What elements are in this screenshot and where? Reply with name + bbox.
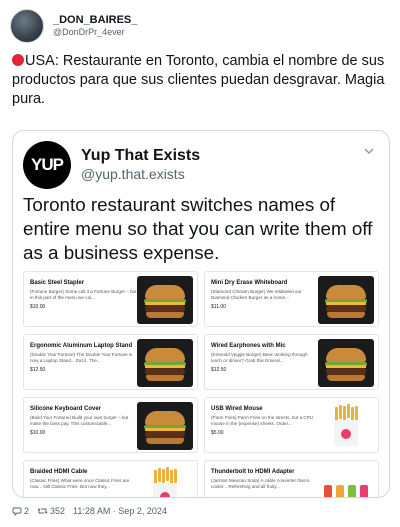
timestamp[interactable]: 11:28 AM · Sep 2, 2024 [73,506,167,516]
menu-item-name: Basic Steel Stapler [30,280,85,286]
menu-item-price: $10.00 [30,430,46,436]
menu-item-name: USB Wired Mouse [211,406,263,412]
burger-photo [318,339,374,387]
retweet-count: 352 [50,506,66,516]
menu-item-description: (Classic Fries) What were once Classic F… [30,478,130,489]
quoted-names: Yup That Exists @yup.that.exists [81,146,200,184]
reply-button[interactable]: 2 [12,506,29,516]
menu-item-description: (Parm Fries) Parm Fries on the streets, … [211,415,314,426]
menu-item-price: $11.00 [211,304,226,310]
menu-item-price: $10.00 [30,304,46,310]
menu-item-name: Wired Earphones with Mic [211,343,286,349]
menu-item-card: Silicone Keyboard Cover (Build Your Fort… [23,397,198,453]
menu-item-description: (Diamond Chicken Burger) We relabeled ou… [211,289,302,300]
tweet-meta: 2 352 11:28 AM · Sep 2, 2024 [12,506,175,516]
reply-icon [12,507,22,516]
quoted-avatar[interactable]: YUP [23,141,71,189]
menu-item-card: Ergonomic Aluminum Laptop Stand (Double … [23,334,198,390]
menu-item-description: (Emerald Veggie Burger) Been working thr… [211,352,308,363]
menu-item-card: Braided HDMI Cable (Classic Fries) What … [23,460,198,497]
user-handle[interactable]: @DonDrPr_4ever [53,26,137,38]
fries-photo [137,465,193,497]
menu-item-card: Wired Earphones with Mic (Emerald Veggie… [204,334,379,390]
menu-item-price: $12.50 [30,367,46,373]
quoted-display-name: Yup That Exists [81,147,201,164]
menu-item-name: Mini Dry Erase Whiteboard [211,280,288,286]
quoted-header: YUP Yup That Exists @yup.that.exists [23,141,200,189]
menu-item-name: Thunderbolt to HDMI Adapter [211,469,295,475]
reply-count: 2 [24,506,30,516]
menu-item-price: $5.00 [211,430,224,436]
tweet-header: _DON_BAIRES_ @DonDrPr_4ever [10,9,137,43]
red-circle-icon [12,54,24,66]
menu-item-description: (Jarritos Mexican Soda) A cable converte… [211,478,310,489]
menu-item-price: $12.50 [211,367,227,373]
quoted-post[interactable]: YUP Yup That Exists @yup.that.exists Tor… [12,130,390,498]
chevron-down-icon[interactable] [363,145,377,159]
menu-item-description: (Double Your Fortune) The Double Your Fo… [30,352,133,363]
retweet-button[interactable]: 352 [37,506,65,516]
burger-photo [137,339,193,387]
menu-item-card: Basic Steel Stapler (Fortune Burger) Som… [23,271,198,327]
quoted-text: Toronto restaurant switches names of ent… [23,194,373,263]
menu-item-name: Ergonomic Aluminum Laptop Stand [30,343,133,349]
quoted-handle: @yup.that.exists [81,166,185,182]
retweet-icon [37,508,48,514]
menu-item-card: Mini Dry Erase Whiteboard (Diamond Chick… [204,271,379,327]
menu-item-description: (Build Your Fortune) Build your own burg… [30,415,129,426]
menu-item-description: (Fortune Burger) Some call it a Fortune … [30,289,137,300]
author-names: _DON_BAIRES_ @DonDrPr_4ever [53,14,137,38]
avatar[interactable] [10,9,44,43]
burger-photo [318,276,374,324]
menu-item-card: USB Wired Mouse (Parm Fries) Parm Fries … [204,397,379,453]
display-name[interactable]: _DON_BAIRES_ [53,14,137,26]
burger-photo [137,402,193,450]
menu-item-name: Silicone Keyboard Cover [30,406,102,412]
fries-photo [318,402,374,450]
menu-item-card: Thunderbolt to HDMI Adapter (Jarritos Me… [204,460,379,497]
tweet-body: USA: Restaurante en Toronto, cambia el n… [12,53,385,107]
menu-item-name: Braided HDMI Cable [30,469,88,475]
tweet-text: USA: Restaurante en Toronto, cambia el n… [12,52,390,109]
burger-photo [137,276,193,324]
soda-photo [318,465,374,497]
